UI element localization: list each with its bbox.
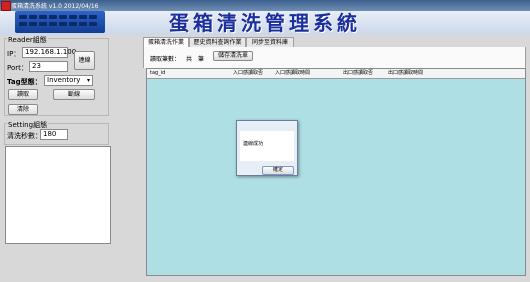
read-button[interactable]: 讀取 [8,89,38,100]
read-count-label: 讀取筆數： [150,56,181,63]
ip-label: IP： [7,50,21,58]
column-header-entry-time[interactable]: 入口感讀取時間 [275,69,310,78]
column-header-exit-read[interactable]: 出口感讀取否 [343,69,373,78]
tab-panel: 讀取筆數： 共 筆 儲存清洗單 [143,47,526,68]
window-titlebar: 蛋箱清洗系統 v1.0 2012/04/16 [0,0,530,11]
app-icon [1,1,11,11]
dialog-body: 連線成功 [240,131,294,161]
clean-seconds-input[interactable]: 180 [40,129,68,140]
dialog-message: 連線成功 [243,141,264,147]
grid-header: tag_id 入口感讀取否 入口感讀取時間 出口感讀取否 出口感讀取時間 [147,69,525,79]
disconnect-button[interactable]: 斷線 [53,89,95,100]
column-header-exit-time[interactable]: 出口感讀取時間 [388,69,423,78]
tag-type-value: Inventory [47,76,81,84]
reader-config-legend: Reader組態 [7,35,48,45]
tag-type-label: Tag型態： [7,78,42,86]
port-input[interactable]: 23 [29,61,68,72]
message-dialog: 連線成功 確定 [236,120,298,176]
window-title: 蛋箱清洗系統 v1.0 2012/04/16 [11,3,99,10]
tab-history-query[interactable]: 歷史資料查詢作業 [189,37,246,47]
data-grid[interactable]: tag_id 入口感讀取否 入口感讀取時間 出口感讀取否 出口感讀取時間 [146,68,526,276]
clean-seconds-label: 清洗秒數： [7,132,42,140]
port-label: Port： [7,64,28,72]
tag-type-select[interactable]: Inventory ▾ [44,75,93,86]
chevron-down-icon: ▾ [86,77,90,84]
save-cleaning-button[interactable]: 儲存清洗單 [213,51,253,61]
log-textbox[interactable] [5,146,111,244]
ok-button[interactable]: 確定 [262,166,294,175]
connect-button[interactable]: 連線 [74,51,95,70]
column-header-entry-read[interactable]: 入口感讀取否 [233,69,263,78]
clear-button[interactable]: 清除 [8,104,38,115]
app-header-title: 蛋箱清洗管理系統 [169,11,361,35]
ip-input[interactable]: 192.168.1.100 [22,47,76,58]
column-header-tag-id[interactable]: tag_id [150,69,165,78]
tab-sync-database[interactable]: 同步至資料庫 [246,37,294,47]
read-count-value: 共 筆 [186,56,205,63]
